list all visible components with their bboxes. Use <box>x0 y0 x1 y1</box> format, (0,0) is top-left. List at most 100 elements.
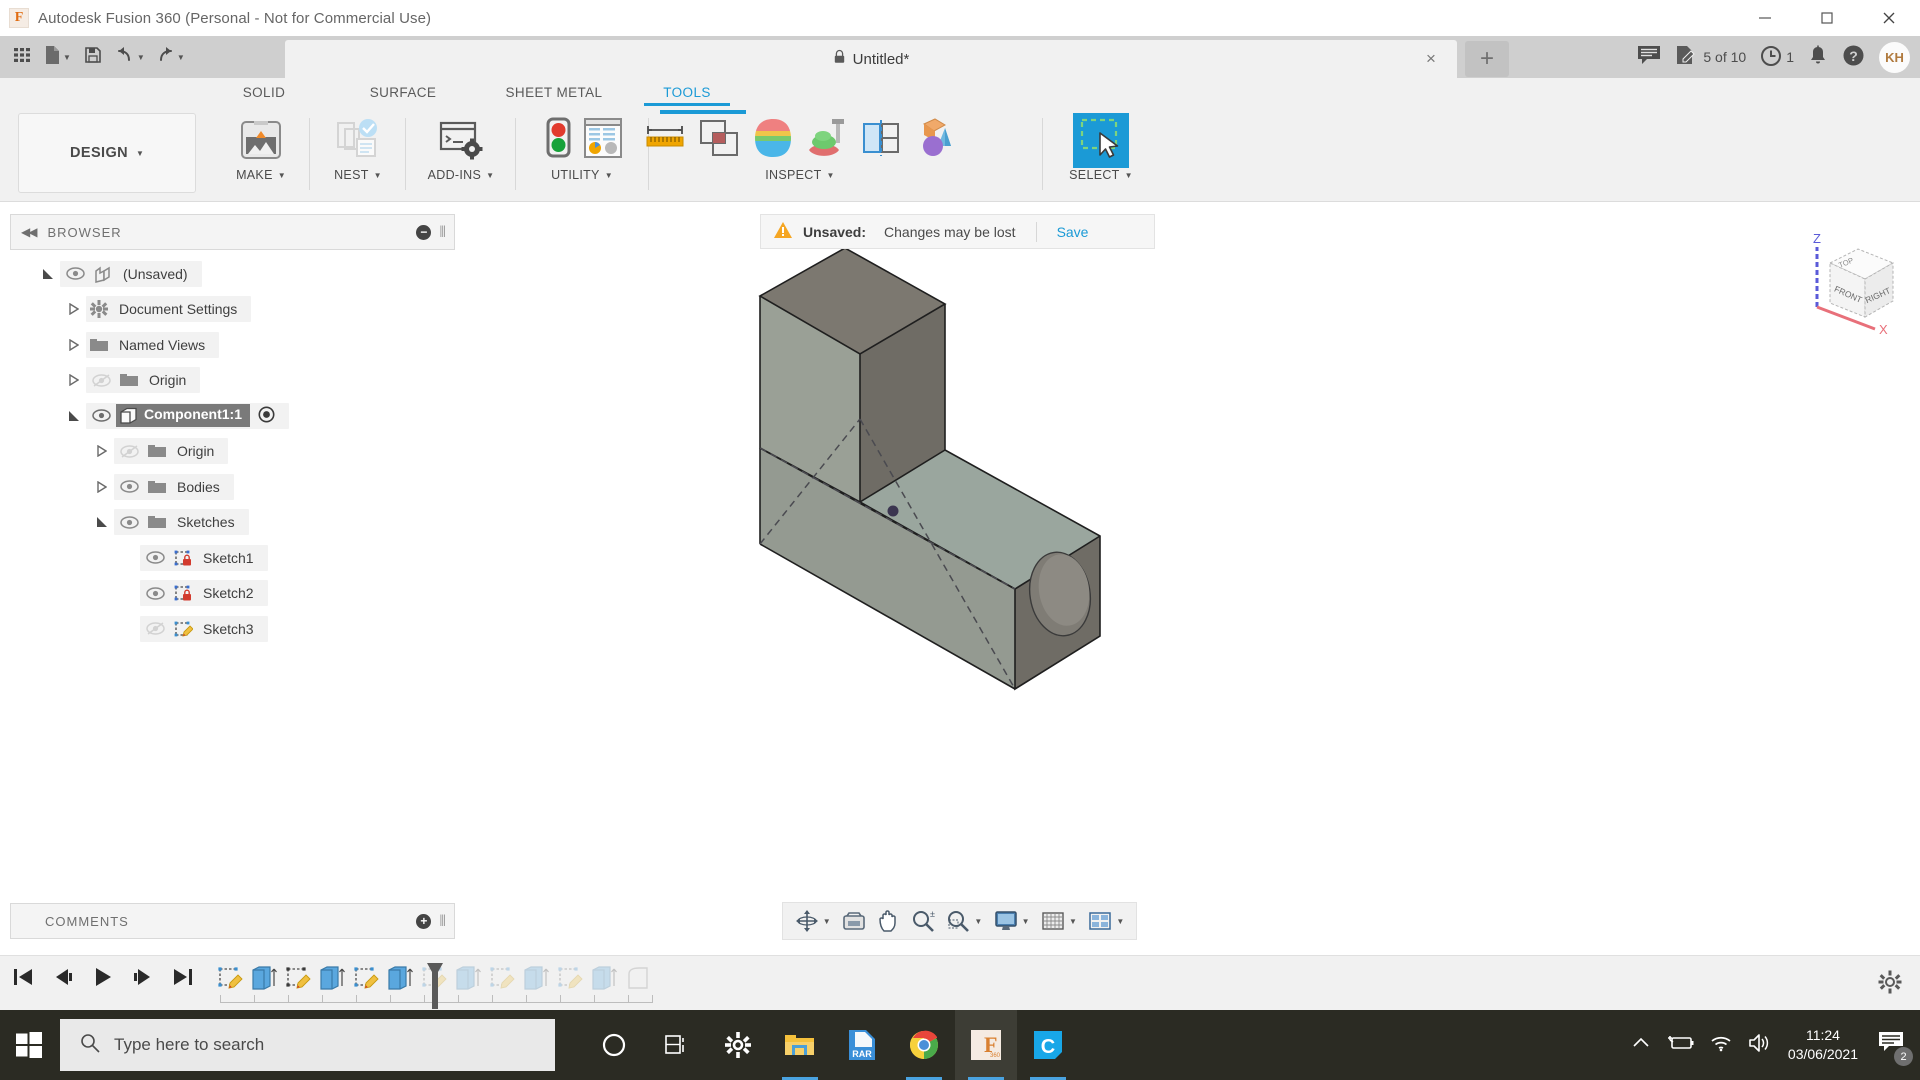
volume-icon[interactable] <box>1748 1033 1772 1058</box>
plus-circle-icon[interactable]: + <box>416 914 431 929</box>
settings-icon[interactable] <box>707 1010 769 1080</box>
tree-item-document-settings[interactable]: Document Settings <box>10 292 460 328</box>
workspace-selector[interactable]: DESIGN ▼ <box>18 113 196 193</box>
expand-arrow-icon[interactable] <box>62 410 86 422</box>
winrar-icon[interactable]: RAR <box>831 1010 893 1080</box>
chevron-down-icon[interactable]: ▼ <box>137 53 145 62</box>
grid-snap-button[interactable]: ▼ <box>1041 910 1077 932</box>
expand-arrow-icon[interactable] <box>36 268 60 280</box>
windows-start-icon[interactable] <box>0 1010 58 1080</box>
utility-group[interactable]: UTILITY ▼ <box>517 110 647 198</box>
timeline-track[interactable] <box>215 964 665 1006</box>
new-tab-button[interactable]: + <box>1465 41 1509 77</box>
history-button[interactable]: 1 <box>1760 45 1794 70</box>
taskbar-clock[interactable]: 11:24 03/06/2021 <box>1788 1026 1858 1064</box>
chevron-down-icon[interactable]: ▼ <box>827 171 835 180</box>
nest-group[interactable]: NEST ▼ <box>311 110 405 198</box>
viewport-canvas[interactable] <box>460 206 1920 918</box>
save-link[interactable]: Save <box>1057 224 1089 240</box>
save-button[interactable] <box>77 40 109 74</box>
visibility-toggle[interactable] <box>86 374 116 387</box>
task-view-icon[interactable] <box>645 1010 707 1080</box>
tree-item-unsaved[interactable]: (Unsaved) <box>10 256 460 292</box>
make-group[interactable]: MAKE ▼ <box>213 110 309 198</box>
collapse-left-icon[interactable]: ◀◀ <box>21 225 35 239</box>
curvature-comb-icon[interactable] <box>749 116 797 165</box>
timeline-item-extrude[interactable] <box>589 964 621 999</box>
close-tab-button[interactable]: × <box>1421 49 1441 69</box>
play-button[interactable] <box>92 966 114 993</box>
zebra-analysis-icon[interactable] <box>803 116 851 165</box>
visibility-toggle[interactable] <box>86 409 116 422</box>
app-c-icon[interactable]: C <box>1017 1010 1079 1080</box>
fusion360-icon[interactable]: F360 <box>955 1010 1017 1080</box>
interference-icon[interactable] <box>695 116 743 165</box>
help-button[interactable]: ? <box>1842 44 1865 70</box>
wifi-icon[interactable] <box>1710 1034 1732 1057</box>
collapse-arrow-icon[interactable] <box>62 374 86 386</box>
visibility-toggle[interactable] <box>140 587 170 600</box>
tree-item-named-views[interactable]: Named Views <box>10 327 460 363</box>
document-tab[interactable]: Untitled* × <box>285 40 1457 78</box>
go-to-beginning-button[interactable] <box>12 966 34 993</box>
chevron-down-icon[interactable]: ▼ <box>278 171 286 180</box>
timeline-marker[interactable] <box>424 962 446 1015</box>
tree-item-component-origin[interactable]: Origin <box>10 434 460 470</box>
visibility-toggle[interactable] <box>60 267 90 280</box>
step-forward-button[interactable] <box>132 966 154 993</box>
undo-button[interactable]: ▼ <box>111 40 149 74</box>
fit-button[interactable]: ▼ <box>946 909 982 933</box>
job-status-button[interactable]: 5 of 10 <box>1675 45 1746 70</box>
timeline-item-sketch[interactable] <box>215 964 247 999</box>
collapse-arrow-icon[interactable] <box>62 303 86 315</box>
tree-item-sketch2[interactable]: Sketch2 <box>10 576 460 612</box>
zoom-button[interactable]: ± <box>911 909 935 933</box>
tree-item-component1[interactable]: Component1:1 <box>10 398 460 434</box>
timeline-item-extrude[interactable] <box>453 964 485 999</box>
select-icon[interactable] <box>1072 110 1130 166</box>
display-settings-button[interactable]: ▼ <box>994 910 1030 932</box>
tree-item-sketch3[interactable]: Sketch3 <box>10 611 460 647</box>
timeline-item-sketch[interactable] <box>487 964 519 999</box>
chevron-down-icon[interactable]: ▼ <box>823 917 831 926</box>
tab-solid[interactable]: SOLID <box>216 78 312 106</box>
file-explorer-icon[interactable] <box>769 1010 831 1080</box>
visibility-toggle[interactable] <box>140 622 170 635</box>
visibility-toggle[interactable] <box>114 516 144 529</box>
section-analysis-icon[interactable] <box>857 116 905 165</box>
grip-icon[interactable]: ⦀ <box>439 224 446 241</box>
tab-sheet-metal[interactable]: SHEET METAL <box>474 78 634 106</box>
avatar[interactable]: KH <box>1879 42 1910 73</box>
inspect-group[interactable]: INSPECT ▼ <box>655 110 945 198</box>
cortana-icon[interactable] <box>583 1010 645 1080</box>
chevron-down-icon[interactable]: ▼ <box>1125 171 1133 180</box>
timeline-item-sketch[interactable] <box>555 964 587 999</box>
select-group[interactable]: SELECT ▼ <box>1047 110 1155 198</box>
timeline-item-sketch[interactable] <box>283 964 315 999</box>
minus-circle-icon[interactable]: − <box>416 225 431 240</box>
tree-item-bodies[interactable]: Bodies <box>10 469 460 505</box>
visibility-toggle[interactable] <box>114 480 144 493</box>
chevron-down-icon[interactable]: ▼ <box>1022 917 1030 926</box>
step-back-button[interactable] <box>52 966 74 993</box>
action-center-button[interactable]: 2 <box>1874 1028 1908 1062</box>
collapse-arrow-icon[interactable] <box>90 481 114 493</box>
notifications-button[interactable] <box>1808 45 1828 70</box>
minimize-button[interactable] <box>1734 0 1796 36</box>
look-at-button[interactable] <box>842 910 866 932</box>
battery-charging-icon[interactable] <box>1666 1034 1694 1057</box>
view-cube[interactable]: Z X TOP FRONT RIGHT <box>1795 225 1910 340</box>
chevron-down-icon[interactable]: ▼ <box>374 171 382 180</box>
report-icon[interactable] <box>581 115 625 166</box>
search-input[interactable]: Type here to search <box>60 1019 555 1071</box>
traffic-light-icon[interactable] <box>539 115 577 166</box>
timeline-item-extrude[interactable] <box>249 964 281 999</box>
activate-component-toggle[interactable] <box>258 406 275 426</box>
timeline-item-fillet[interactable] <box>623 964 655 999</box>
app-grid-button[interactable] <box>6 40 38 74</box>
chevron-down-icon[interactable]: ▼ <box>1116 917 1124 926</box>
tab-tools[interactable]: TOOLS <box>644 78 730 106</box>
timeline-item-extrude[interactable] <box>521 964 553 999</box>
redo-button[interactable]: ▼ <box>151 40 189 74</box>
grip-icon[interactable]: ⦀ <box>439 913 446 930</box>
